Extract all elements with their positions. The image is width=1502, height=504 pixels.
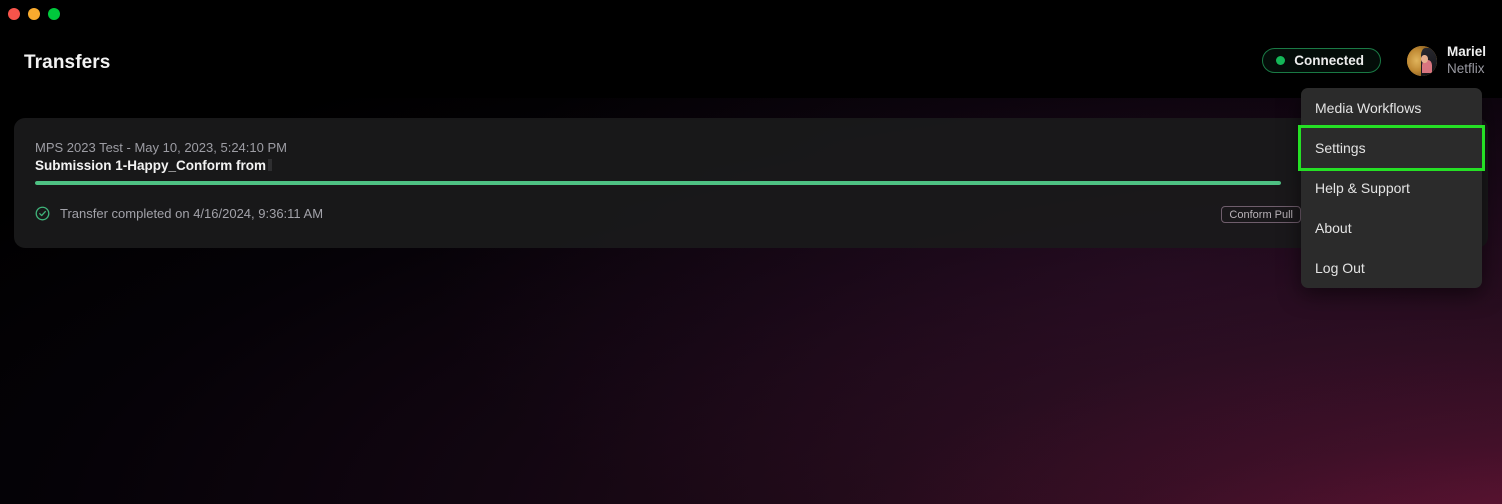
connection-status-badge[interactable]: Connected <box>1262 48 1381 74</box>
user-profile-button[interactable]: Mariel Netflix <box>1406 44 1486 78</box>
check-circle-icon <box>35 206 50 221</box>
menu-item-help-support[interactable]: Help & Support <box>1301 168 1482 208</box>
connection-status-label: Connected <box>1294 53 1364 69</box>
header-right-cluster: Connected Mariel Netflix <box>1262 44 1486 78</box>
redacted-marker <box>268 159 273 171</box>
transfer-card[interactable]: MPS 2023 Test - May 10, 2023, 5:24:10 PM… <box>14 118 1488 248</box>
page-title: Transfers <box>24 52 111 73</box>
menu-item-about[interactable]: About <box>1301 208 1482 248</box>
maximize-window-button[interactable] <box>48 8 60 20</box>
transfer-meta: MPS 2023 Test - May 10, 2023, 5:24:10 PM <box>35 140 287 155</box>
window-traffic-lights <box>8 8 60 20</box>
transfer-type-tag: Conform Pull <box>1221 206 1301 223</box>
close-window-button[interactable] <box>8 8 20 20</box>
menu-item-settings[interactable]: Settings <box>1301 128 1482 168</box>
user-organization: Netflix <box>1446 60 1485 76</box>
menu-item-log-out[interactable]: Log Out <box>1301 248 1482 288</box>
user-name: Mariel <box>1446 44 1486 59</box>
user-identity: Mariel Netflix <box>1447 44 1486 78</box>
transfer-title-text: Submission 1-Happy_Conform from <box>35 158 267 173</box>
transfer-status-text: Transfer completed on 4/16/2024, 9:36:11… <box>60 206 324 221</box>
menu-item-media-workflows[interactable]: Media Workflows <box>1301 88 1482 128</box>
avatar <box>1406 45 1437 76</box>
transfer-status: Transfer completed on 4/16/2024, 9:36:11… <box>35 206 323 221</box>
transfer-progress-fill <box>35 181 1281 185</box>
user-dropdown-menu: Media Workflows Settings Help & Support … <box>1301 88 1482 288</box>
app-header: Transfers Connected Mariel Netflix <box>0 28 1502 98</box>
app-window: Transfers Connected Mariel Netflix MPS 2… <box>0 0 1502 504</box>
transfer-title: Submission 1-Happy_Conform from <box>35 158 273 173</box>
transfer-progress-bar <box>35 181 1281 185</box>
connection-status-dot-icon <box>1276 56 1286 66</box>
title-bar <box>0 0 1502 28</box>
minimize-window-button[interactable] <box>28 8 40 20</box>
